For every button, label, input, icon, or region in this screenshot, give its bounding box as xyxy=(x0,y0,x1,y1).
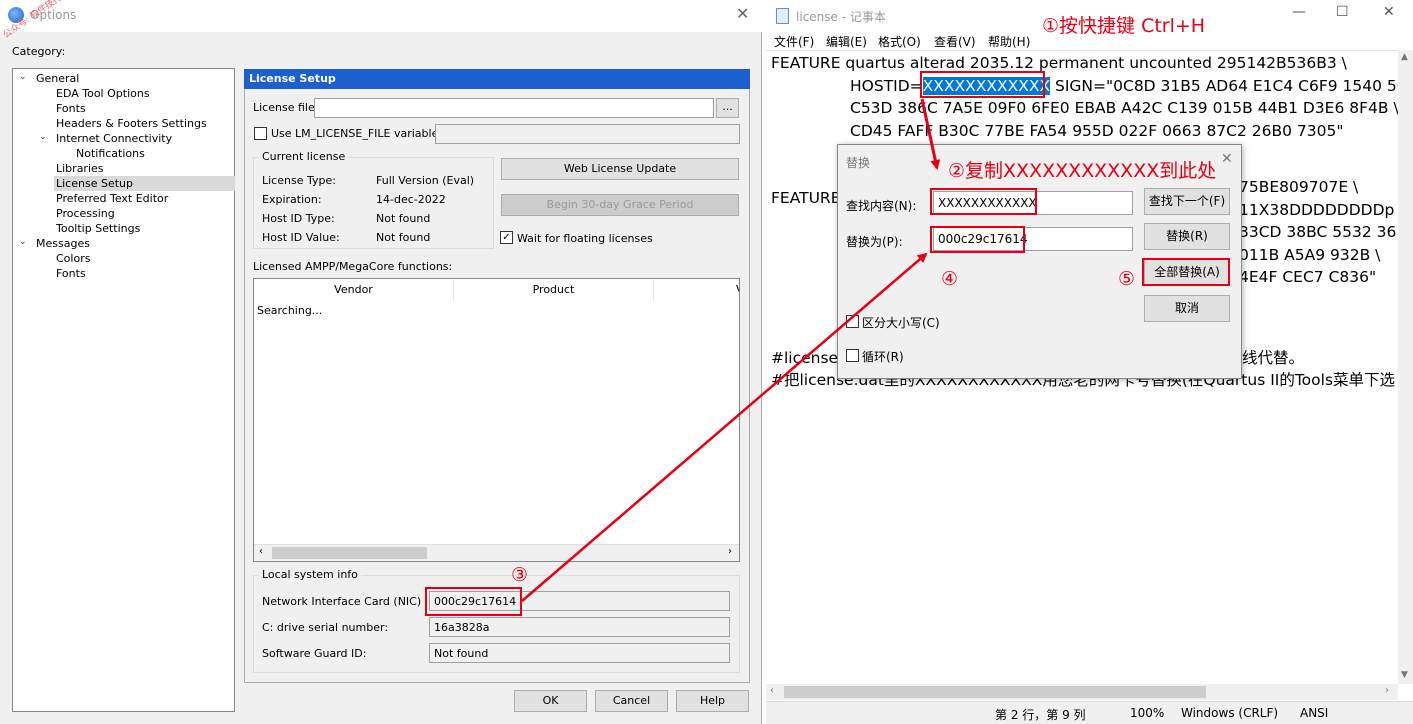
arrow-hostid-to-find xyxy=(920,98,941,170)
arrow-nic-to-replace xyxy=(521,252,928,602)
annotation-arrows xyxy=(521,98,941,602)
